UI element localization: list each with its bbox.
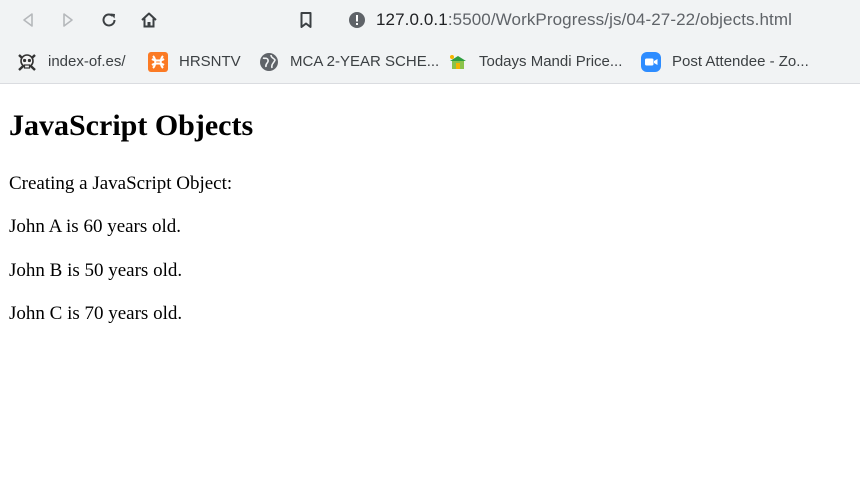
bookmark-label: Post Attendee - Zo...	[672, 53, 809, 70]
bookmark-hrsntv[interactable]: HRSNTV	[147, 40, 241, 83]
xampp-icon	[147, 51, 169, 73]
info-icon[interactable]	[348, 11, 366, 29]
output-line: John C is 70 years old.	[9, 303, 183, 324]
bookmark-mca-scheme[interactable]: MCA 2-YEAR SCHE...	[258, 40, 439, 83]
back-arrow-icon	[23, 13, 33, 27]
intro-text: Creating a JavaScript Object:	[9, 173, 233, 194]
browser-toolbar: 127.0.0.1:5500/WorkProgress/js/04-27-22/…	[0, 0, 860, 40]
forward-button[interactable]	[53, 6, 83, 34]
bookmarks-bar: index-of.es/ HRSNTV MCA 2-YEAR SCHE... T…	[0, 40, 860, 84]
url-text[interactable]: 127.0.0.1:5500/WorkProgress/js/04-27-22/…	[376, 10, 792, 30]
address-bar[interactable]: 127.0.0.1:5500/WorkProgress/js/04-27-22/…	[336, 3, 860, 37]
skull-icon	[16, 51, 38, 73]
bookmark-label: index-of.es/	[48, 53, 126, 70]
home-button[interactable]	[134, 6, 164, 34]
bookmark-mandi-price[interactable]: Todays Mandi Price...	[447, 40, 622, 83]
bookmark-label: Todays Mandi Price...	[479, 53, 623, 70]
reload-button[interactable]	[94, 6, 124, 34]
bookmark-index-of[interactable]: index-of.es/	[16, 40, 126, 83]
reload-icon	[102, 13, 116, 27]
bookmark-label: HRSNTV	[179, 53, 241, 70]
output-line: John A is 60 years old.	[9, 216, 182, 237]
mandi-icon	[447, 51, 469, 73]
bookmark-label: MCA 2-YEAR SCHE...	[290, 53, 440, 70]
bookmark-zoom-attendee[interactable]: Post Attendee - Zo...	[640, 40, 809, 83]
globe-icon	[258, 51, 280, 73]
bookmark-icon	[300, 12, 312, 28]
zoom-icon	[640, 51, 662, 73]
home-icon	[141, 12, 157, 28]
bookmark-page-button[interactable]	[291, 6, 321, 34]
output-line: John B is 50 years old.	[9, 260, 183, 281]
back-button[interactable]	[13, 6, 43, 34]
url-path: :5500/WorkProgress/js/04-27-22/objects.h…	[447, 10, 792, 29]
forward-arrow-icon	[63, 13, 73, 27]
url-host: 127.0.0.1	[376, 10, 448, 29]
page-title: JavaScript Objects	[9, 109, 254, 142]
